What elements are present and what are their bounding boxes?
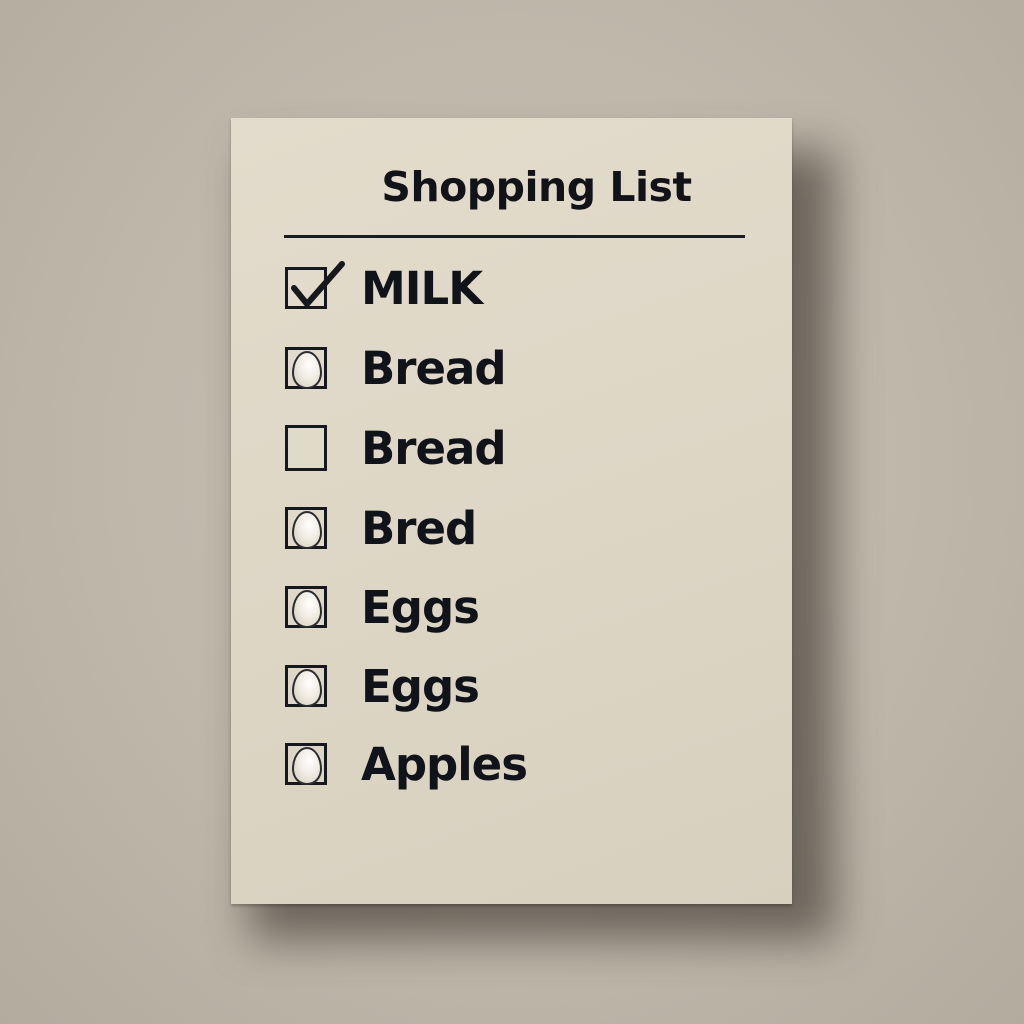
- list-item-eggs[interactable]: Eggs: [285, 659, 480, 713]
- checkbox[interactable]: [285, 743, 327, 785]
- egg-icon: [292, 747, 322, 785]
- list-item-milk[interactable]: MILK: [285, 261, 483, 315]
- checkbox[interactable]: [285, 586, 327, 628]
- check-icon: [291, 261, 345, 307]
- list-item-eggs[interactable]: Eggs: [285, 580, 480, 634]
- egg-icon: [292, 590, 322, 628]
- checkbox[interactable]: [285, 425, 327, 471]
- list-item-apples[interactable]: Apples: [285, 737, 528, 791]
- item-label: Bread: [361, 421, 507, 475]
- list-item-bread[interactable]: Bread: [285, 341, 507, 395]
- item-label: Bread: [361, 341, 507, 395]
- item-label: MILK: [361, 261, 483, 315]
- egg-icon: [292, 351, 322, 389]
- checkbox[interactable]: [285, 507, 327, 549]
- title-divider: [284, 235, 745, 238]
- checkbox[interactable]: [285, 347, 327, 389]
- egg-icon: [292, 511, 322, 549]
- item-label: Eggs: [361, 580, 480, 634]
- egg-icon: [292, 669, 322, 707]
- item-label: Apples: [361, 737, 528, 791]
- page-title: Shopping List: [381, 163, 692, 211]
- list-item-bread[interactable]: Bread: [285, 421, 507, 475]
- checkbox-checked[interactable]: [285, 261, 345, 309]
- list-item-bred[interactable]: Bred: [285, 501, 477, 555]
- checkbox[interactable]: [285, 665, 327, 707]
- shopping-list-paper: Shopping List MILK Bread Bread Bred Eggs: [231, 118, 792, 904]
- item-label: Eggs: [361, 659, 480, 713]
- item-label: Bred: [361, 501, 477, 555]
